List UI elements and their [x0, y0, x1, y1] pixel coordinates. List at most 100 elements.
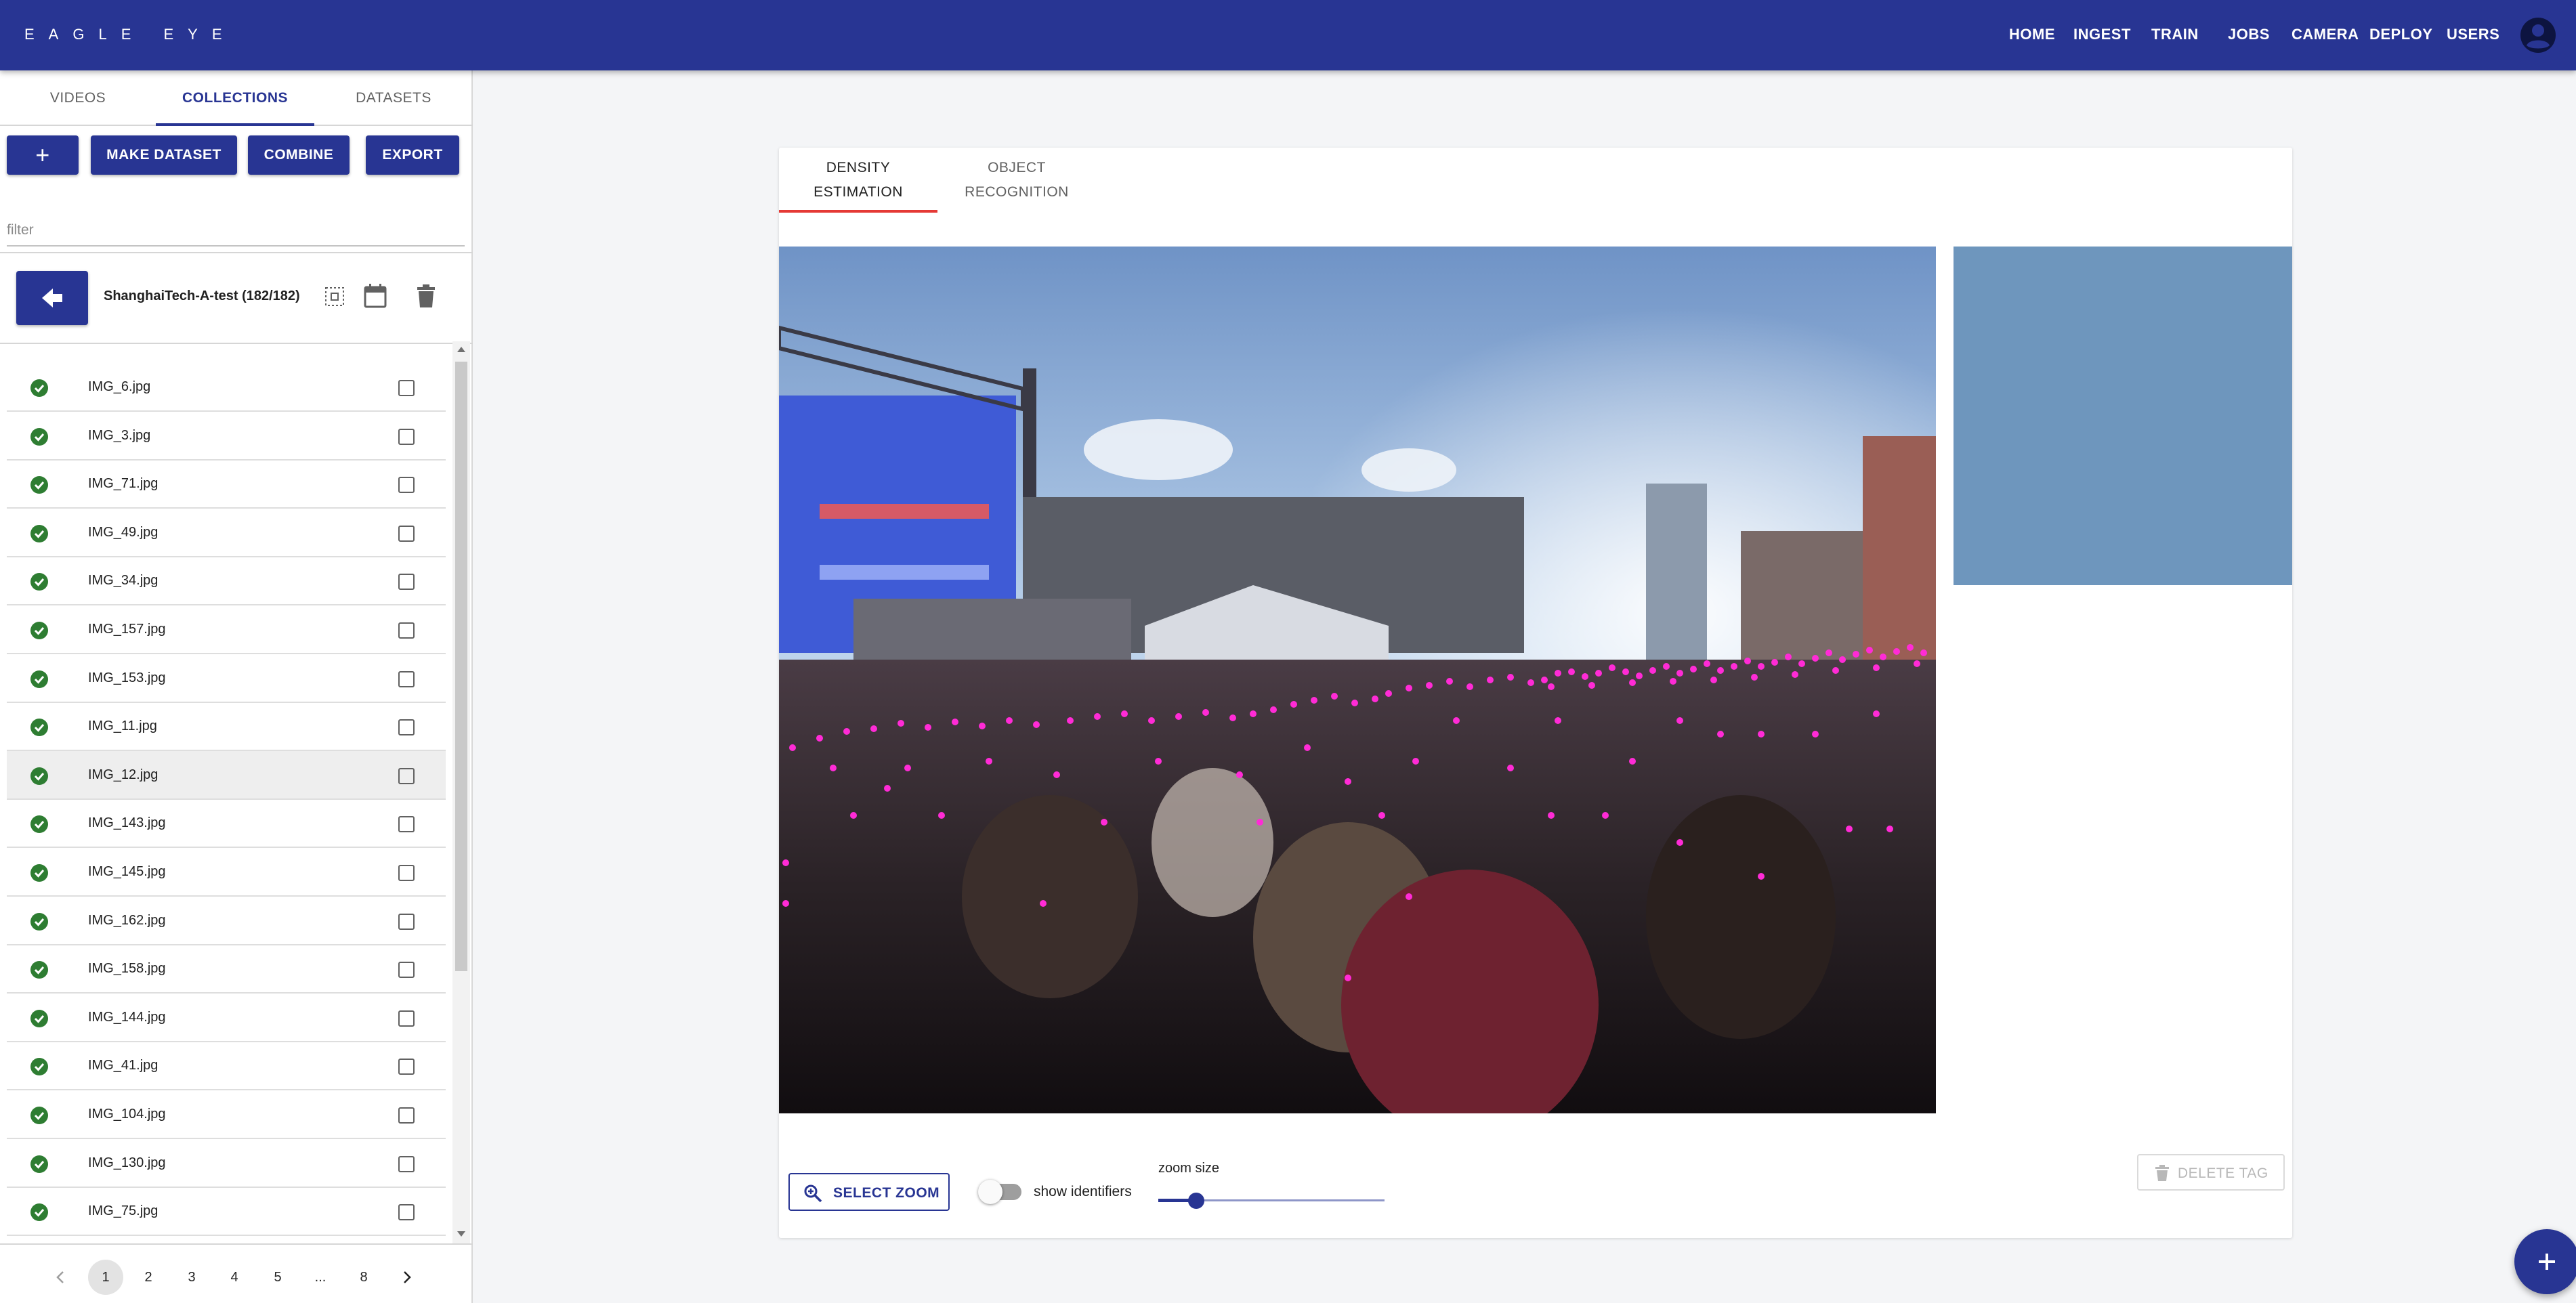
delete-collection-icon[interactable]: [416, 284, 436, 307]
file-row[interactable]: IMG_75.jpg: [7, 1187, 446, 1237]
back-button[interactable]: [16, 271, 88, 325]
tab-videos[interactable]: VIDEOS: [0, 70, 156, 126]
file-checkbox[interactable]: [398, 380, 415, 396]
delete-tag-button[interactable]: DELETE TAG: [2137, 1154, 2285, 1191]
check-circle-icon: [30, 379, 48, 397]
collections-sidebar: VIDEOS COLLECTIONS DATASETS + MAKE DATAS…: [0, 70, 473, 1303]
nav-users[interactable]: USERS: [2447, 26, 2499, 43]
combine-button[interactable]: COMBINE: [248, 135, 350, 175]
file-checkbox[interactable]: [398, 719, 415, 736]
prev-page-icon[interactable]: [53, 1269, 69, 1285]
file-checkbox[interactable]: [398, 622, 415, 639]
check-circle-icon: [30, 670, 48, 688]
select-region-icon[interactable]: [324, 286, 345, 307]
file-row[interactable]: IMG_158.jpg: [7, 945, 446, 994]
file-row[interactable]: IMG_3.jpg: [7, 412, 446, 461]
file-checkbox[interactable]: [398, 1010, 415, 1027]
file-row[interactable]: IMG_153.jpg: [7, 654, 446, 703]
page-button[interactable]: 4: [217, 1260, 252, 1295]
page-button[interactable]: 5: [260, 1260, 295, 1295]
file-checkbox[interactable]: [398, 574, 415, 591]
make-dataset-button[interactable]: MAKE DATASET: [91, 135, 237, 175]
file-checkbox[interactable]: [398, 1155, 415, 1172]
file-checkbox[interactable]: [398, 525, 415, 542]
next-page-icon[interactable]: [398, 1269, 415, 1285]
file-checkbox[interactable]: [398, 913, 415, 930]
delete-tag-label: DELETE TAG: [2178, 1166, 2268, 1181]
file-name: IMG_158.jpg: [88, 961, 166, 977]
tab-indicator: [156, 123, 314, 126]
file-row[interactable]: IMG_71.jpg: [7, 460, 446, 509]
select-zoom-button[interactable]: SELECT ZOOM: [788, 1173, 950, 1211]
file-row[interactable]: IMG_6.jpg: [7, 363, 446, 412]
file-list: IMG_6.jpg IMG_3.jpg IMG_71.jpg IMG_49.jpg IM…: [7, 363, 446, 1238]
file-row[interactable]: IMG_144.jpg: [7, 994, 446, 1042]
nav-camera[interactable]: CAMERA: [2292, 26, 2359, 43]
tab-collections[interactable]: COLLECTIONS: [156, 70, 314, 126]
check-circle-icon: [30, 719, 48, 737]
file-checkbox[interactable]: [398, 1059, 415, 1075]
scroll-thumb[interactable]: [455, 362, 467, 971]
select-zoom-label: SELECT ZOOM: [833, 1185, 940, 1201]
top-app-bar: EAGLE EYE HOME INGEST TRAIN JOBS CAMERA …: [0, 0, 2576, 70]
file-checkbox[interactable]: [398, 428, 415, 445]
sidebar-tabs: VIDEOS COLLECTIONS DATASETS: [0, 70, 473, 126]
file-checkbox[interactable]: [398, 865, 415, 881]
file-row[interactable]: IMG_162.jpg: [7, 897, 446, 945]
file-row[interactable]: IMG_145.jpg: [7, 848, 446, 897]
file-row[interactable]: IMG_130.jpg: [7, 1139, 446, 1188]
file-checkbox[interactable]: [398, 816, 415, 833]
file-checkbox[interactable]: [398, 767, 415, 784]
tab-datasets[interactable]: DATASETS: [314, 70, 473, 126]
calendar-icon[interactable]: [363, 283, 387, 309]
page-button[interactable]: 1: [88, 1260, 123, 1295]
filter-input[interactable]: filter: [7, 214, 465, 247]
nav-deploy[interactable]: DEPLOY: [2369, 26, 2432, 43]
trash-icon: [2155, 1165, 2169, 1181]
check-circle-icon: [30, 961, 48, 979]
file-name: IMG_162.jpg: [88, 912, 166, 928]
check-circle-icon: [30, 524, 48, 542]
file-checkbox[interactable]: [398, 962, 415, 979]
file-row[interactable]: IMG_143.jpg: [7, 799, 446, 849]
tab-object-recognition[interactable]: OBJECT RECOGNITION: [937, 156, 1096, 211]
nav-jobs[interactable]: JOBS: [2228, 26, 2270, 43]
page-button[interactable]: 8: [346, 1260, 381, 1295]
scroll-down-arrow[interactable]: [457, 1231, 465, 1237]
file-checkbox[interactable]: [398, 1107, 415, 1124]
slider-thumb[interactable]: [1188, 1193, 1204, 1209]
file-row[interactable]: IMG_104.jpg: [7, 1090, 446, 1139]
list-scrollbar[interactable]: [452, 341, 470, 1243]
nav-ingest[interactable]: INGEST: [2073, 26, 2131, 43]
check-circle-icon: [30, 622, 48, 639]
file-name: IMG_34.jpg: [88, 573, 159, 589]
tab-density-estimation[interactable]: DENSITY ESTIMATION: [779, 156, 937, 211]
account-avatar-icon[interactable]: [2520, 17, 2556, 54]
file-row[interactable]: IMG_12.jpg: [7, 750, 446, 800]
scroll-up-arrow[interactable]: [457, 347, 465, 352]
nav-home[interactable]: HOME: [2009, 26, 2055, 43]
file-checkbox[interactable]: [398, 477, 415, 494]
page-button[interactable]: 2: [131, 1260, 166, 1295]
crowd-image[interactable]: [779, 247, 1936, 1113]
add-fab-button[interactable]: [2514, 1229, 2576, 1294]
file-checkbox[interactable]: [398, 670, 415, 687]
file-row[interactable]: IMG_11.jpg: [7, 702, 446, 752]
toggle-knob[interactable]: [978, 1180, 1002, 1204]
add-collection-button[interactable]: +: [7, 135, 79, 175]
file-row[interactable]: IMG_34.jpg: [7, 557, 446, 606]
check-circle-icon: [30, 1058, 48, 1076]
file-row[interactable]: IMG_157.jpg: [7, 605, 446, 654]
file-row[interactable]: IMG_49.jpg: [7, 509, 446, 557]
tab-label-line: ESTIMATION: [814, 184, 903, 200]
file-checkbox[interactable]: [398, 1204, 415, 1221]
page-button[interactable]: 3: [174, 1260, 209, 1295]
file-name: IMG_153.jpg: [88, 670, 166, 685]
check-circle-icon: [30, 1107, 48, 1124]
file-name: IMG_157.jpg: [88, 622, 166, 637]
file-row[interactable]: IMG_41.jpg: [7, 1042, 446, 1091]
show-identifiers-label: show identifiers: [1034, 1184, 1132, 1199]
nav-train[interactable]: TRAIN: [2151, 26, 2199, 43]
export-button[interactable]: EXPORT: [366, 135, 459, 175]
zoom-preview: [1954, 247, 2292, 585]
